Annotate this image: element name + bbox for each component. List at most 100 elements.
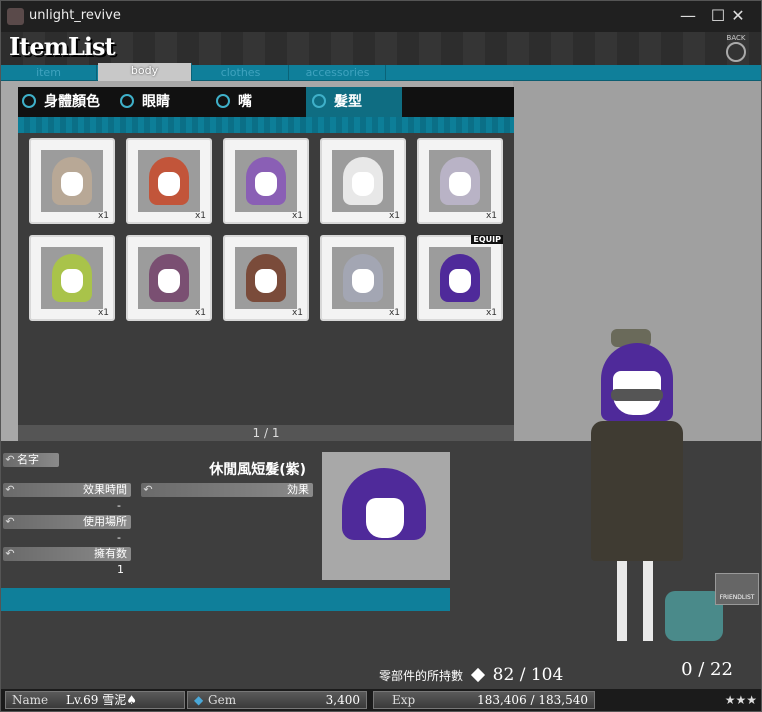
item-thumb [235,247,297,309]
close-button[interactable]: ✕ [723,5,753,27]
subtab-label: 嘴 [238,94,252,110]
subtab-label: 髮型 [334,94,362,110]
rank-stars: ★★★ [724,693,757,707]
itemlist-logo: ItemList [9,32,116,61]
gem-icon: ◆ [194,693,204,707]
location-label: 使用場所 [83,515,127,528]
minimize-button[interactable]: — [673,5,703,27]
avatar-leg [643,561,653,641]
tab-accessories[interactable]: accessories [290,65,386,81]
subtab-body-color[interactable]: 身體顏色 [22,87,122,117]
item-qty: x1 [388,308,400,318]
name-status-label: Name [12,693,49,707]
item-qty: x1 [388,211,400,221]
arrow-icon: ↶ [5,515,15,528]
item-slot[interactable]: x1 [417,138,503,224]
face-shape [449,172,471,197]
effect-label: 効果 [287,483,309,496]
status-bar: Name Lv.69 雪泥♠ ◆ Gem 3,400 Exp 183,406 / 183… [1,689,761,711]
face-shape [61,172,83,197]
gem-label: Gem [208,693,237,707]
item-thumb [235,150,297,212]
item-qty: x1 [485,211,497,221]
avatar-dress [591,421,683,561]
title-bar: unlight_revive — ☐ ✕ [1,1,761,32]
owned-label-box: ↶ 擁有数 [3,547,131,561]
name-status-value: Lv.69 雪泥♠ [66,693,137,707]
arrow-icon: ↶ [5,453,15,466]
item-thumb [332,247,394,309]
face-shape [158,269,180,294]
diamond-icon [470,667,485,683]
gem-value: 3,400 [325,693,360,707]
name-label-box: ↶ 名字 [3,453,59,467]
face-shape [61,269,83,294]
face-shape [352,172,374,197]
arrow-icon [216,94,230,108]
app-icon [7,8,24,25]
arrow-icon: ↶ [143,483,153,496]
app-window: unlight_revive — ☐ ✕ ItemList BACK item … [0,0,762,712]
subtab-label: 身體顏色 [44,94,100,110]
item-slot[interactable]: x1 [126,235,212,321]
item-qty: x1 [194,308,206,318]
duration-label: 效果時間 [83,483,127,496]
owned-value: 1 [117,563,124,576]
item-qty: x1 [485,308,497,318]
parts-value: 82 / 104 [492,665,564,685]
item-thumb [429,150,491,212]
arrow-icon [22,94,36,108]
face-shape [449,269,471,294]
name-status: Name Lv.69 雪泥♠ [5,691,185,709]
item-thumb [138,247,200,309]
tab-item[interactable]: item [1,65,97,81]
item-slot[interactable]: x1 [29,235,115,321]
item-qty: x1 [291,211,303,221]
face-shape [352,269,374,294]
item-slot[interactable]: x1 [320,235,406,321]
face-shape [366,498,404,538]
item-slot-equipped[interactable]: EQUIP x1 [417,235,503,321]
back-label: BACK [726,34,746,42]
friendlist-label: FRIENDLIST [719,594,755,601]
name-label: 名字 [17,453,39,466]
item-qty: x1 [97,211,109,221]
arrow-icon [312,94,326,108]
item-qty: x1 [291,308,303,318]
gauge-value: 0 / 22 [681,659,733,680]
arrow-icon: ↶ [5,483,15,496]
subtab-label: 眼睛 [142,94,170,110]
parts-label: 零部件的所持數 [379,669,464,683]
subtab-mouth[interactable]: 嘴 [216,87,306,117]
item-slot[interactable]: x1 [320,138,406,224]
location-label-box: ↶ 使用場所 [3,515,131,529]
back-button[interactable]: BACK [723,34,749,62]
subtab-eyes[interactable]: 眼睛 [120,87,220,117]
owned-label: 擁有数 [94,547,127,560]
category-tabs: item body clothes accessories [1,63,761,81]
item-qty: x1 [97,308,109,318]
arrow-icon: ↶ [5,547,15,560]
item-name: 休閒風短髮(紫) [209,462,306,478]
item-qty: x1 [194,211,206,221]
equip-badge: EQUIP [471,235,503,244]
friendlist-button[interactable]: FRIENDLIST [715,573,759,605]
item-detail-panel: ↶ 名字 休閒風短髮(紫) ↶ 效果時間 ↶ 効果 - ↶ 使用場所 - ↶ 擁有数 1 [1,453,314,581]
tab-clothes[interactable]: clothes [193,65,289,81]
item-slot[interactable]: x1 [223,235,309,321]
exp-value: 183,406 / 183,540 [477,693,588,707]
item-slot[interactable]: x1 [223,138,309,224]
body-subtabs: 身體顏色 眼睛 嘴 髮型 [18,87,514,117]
subtab-hairstyle[interactable]: 髮型 [306,87,402,117]
face-shape [255,172,277,197]
exp-status: Exp 183,406 / 183,540 [373,691,595,709]
location-value: - [117,531,121,544]
item-slot[interactable]: x1 [126,138,212,224]
item-thumb [429,247,491,309]
tab-body[interactable]: body [98,63,192,81]
page-indicator: 1 / 1 [18,425,514,441]
gem-status: ◆ Gem 3,400 [187,691,367,709]
item-slot[interactable]: x1 [29,138,115,224]
arrow-icon [120,94,134,108]
window-title: unlight_revive [29,8,121,23]
